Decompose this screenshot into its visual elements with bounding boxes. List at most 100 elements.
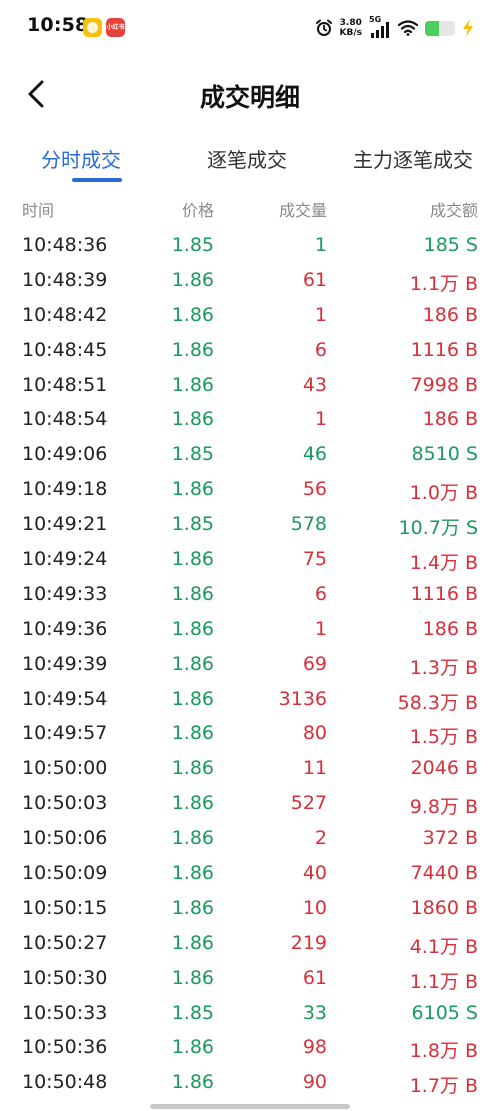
trade-volume: 1 bbox=[314, 617, 327, 640]
trade-time: 10:49:24 bbox=[22, 548, 108, 571]
active-tab-indicator bbox=[72, 178, 122, 182]
trade-volume: 56 bbox=[302, 478, 327, 501]
trade-volume: 6 bbox=[314, 582, 327, 605]
alarm-icon bbox=[315, 19, 332, 36]
table-row: 10:49:54 1.86 3136 58.3万 B bbox=[0, 684, 500, 719]
signal-icon bbox=[371, 22, 389, 38]
page-title: 成交明细 bbox=[199, 83, 300, 112]
table-row: 10:49:21 1.85 578 10.7万 S bbox=[0, 509, 500, 544]
table-row: 10:50:06 1.86 2 372 B bbox=[0, 823, 500, 858]
status-bar: 10:58 小红书 3.80 KB/s 5G bbox=[0, 0, 500, 56]
trade-price: 1.86 bbox=[171, 1036, 214, 1059]
trade-amount: 58.3万 B bbox=[397, 691, 478, 714]
trade-amount: 1.1万 B bbox=[409, 272, 478, 295]
header: 成交明细 bbox=[0, 56, 500, 132]
trade-time: 10:50:30 bbox=[22, 966, 108, 989]
trade-price: 1.86 bbox=[171, 582, 214, 605]
trade-amount: 9.8万 B bbox=[409, 796, 478, 819]
trade-amount: 1.4万 B bbox=[409, 552, 478, 575]
table-row: 10:49:18 1.86 56 1.0万 B bbox=[0, 474, 500, 509]
table-row: 10:50:27 1.86 219 4.1万 B bbox=[0, 928, 500, 963]
trade-time: 10:48:36 bbox=[22, 234, 108, 256]
tab-main-force-tick-trades[interactable]: 主力逐笔成交 bbox=[353, 144, 473, 173]
table-row: 10:50:33 1.85 33 6105 S bbox=[0, 998, 500, 1033]
table-row: 10:49:36 1.86 1 186 B bbox=[0, 614, 500, 649]
table-row: 10:49:57 1.86 80 1.5万 B bbox=[0, 718, 500, 753]
table-row: 10:50:48 1.86 90 1.7万 B bbox=[0, 1067, 500, 1102]
table-row: 10:49:24 1.86 75 1.4万 B bbox=[0, 544, 500, 579]
trade-time: 10:50:36 bbox=[22, 1036, 108, 1059]
trade-list[interactable]: 10:48:36 1.85 1 185 S 10:48:39 1.86 61 1.1万 B 10… bbox=[0, 230, 500, 1102]
notification-app-icon bbox=[83, 18, 102, 37]
trade-time: 10:49:18 bbox=[22, 478, 108, 501]
trade-time: 10:50:48 bbox=[22, 1071, 108, 1094]
trade-price: 1.86 bbox=[171, 827, 214, 850]
trade-price: 1.86 bbox=[171, 373, 214, 396]
trade-amount: 1.8万 B bbox=[409, 1040, 478, 1063]
trade-amount: 7440 B bbox=[410, 862, 478, 885]
column-header-volume: 成交量 bbox=[278, 201, 327, 220]
trade-volume: 11 bbox=[302, 757, 327, 780]
battery-icon bbox=[425, 20, 455, 36]
trade-time: 10:50:09 bbox=[22, 862, 108, 885]
table-row: 10:50:15 1.86 10 1860 B bbox=[0, 893, 500, 928]
home-indicator[interactable] bbox=[150, 1104, 350, 1109]
table-row: 10:49:33 1.86 6 1116 B bbox=[0, 579, 500, 614]
trade-volume: 578 bbox=[290, 513, 327, 536]
trade-volume: 3136 bbox=[278, 687, 327, 710]
trade-price: 1.86 bbox=[171, 722, 214, 745]
trade-amount: 1.1万 B bbox=[409, 970, 478, 993]
trade-price: 1.86 bbox=[171, 1071, 214, 1094]
trade-time: 10:50:27 bbox=[22, 931, 108, 954]
net-speed: 3.80 KB/s bbox=[340, 18, 362, 38]
trade-amount: 372 B bbox=[422, 827, 478, 850]
trade-amount: 8510 S bbox=[411, 443, 478, 466]
trade-time: 10:49:21 bbox=[22, 513, 108, 536]
trade-time: 10:48:42 bbox=[22, 303, 108, 326]
table-row: 10:50:30 1.86 61 1.1万 B bbox=[0, 963, 500, 998]
trade-price: 1.85 bbox=[171, 234, 214, 256]
trade-price: 1.86 bbox=[171, 931, 214, 954]
trade-amount: 6105 S bbox=[411, 1001, 478, 1024]
trade-amount: 1.3万 B bbox=[409, 656, 478, 679]
trade-amount: 185 S bbox=[423, 234, 478, 256]
trade-amount: 1860 B bbox=[410, 896, 478, 919]
trade-amount: 1.0万 B bbox=[409, 482, 478, 505]
trade-price: 1.86 bbox=[171, 966, 214, 989]
trade-volume: 61 bbox=[302, 966, 327, 989]
trade-volume: 46 bbox=[302, 443, 327, 466]
trade-time: 10:48:54 bbox=[22, 408, 108, 431]
trade-time: 10:48:45 bbox=[22, 338, 108, 361]
trade-amount: 186 B bbox=[422, 408, 478, 431]
tab-time-sharing-trades[interactable]: 分时成交 bbox=[41, 144, 121, 173]
trade-time: 10:50:03 bbox=[22, 792, 108, 815]
battery-level bbox=[425, 20, 439, 36]
trade-price: 1.86 bbox=[171, 757, 214, 780]
wifi-icon bbox=[398, 20, 418, 36]
trade-price: 1.86 bbox=[171, 408, 214, 431]
table-row: 10:48:36 1.85 1 185 S bbox=[0, 230, 500, 265]
trade-volume: 10 bbox=[302, 896, 327, 919]
trade-amount: 4.1万 B bbox=[409, 935, 478, 958]
trade-volume: 1 bbox=[314, 408, 327, 431]
trade-amount: 7998 B bbox=[410, 373, 478, 396]
trade-amount: 2046 B bbox=[410, 757, 478, 780]
table-row: 10:50:09 1.86 40 7440 B bbox=[0, 858, 500, 893]
trade-volume: 1 bbox=[314, 234, 327, 256]
cell-signal: 5G bbox=[369, 15, 391, 39]
trade-volume: 2 bbox=[314, 827, 327, 850]
trade-time: 10:49:54 bbox=[22, 687, 108, 710]
trade-price: 1.86 bbox=[171, 896, 214, 919]
trade-price: 1.86 bbox=[171, 268, 214, 291]
table-row: 10:48:42 1.86 1 186 B bbox=[0, 300, 500, 335]
tab-tick-trades[interactable]: 逐笔成交 bbox=[207, 144, 287, 173]
trade-price: 1.86 bbox=[171, 338, 214, 361]
net-speed-unit: KB/s bbox=[339, 28, 362, 38]
trade-price: 1.85 bbox=[171, 443, 214, 466]
trade-time: 10:48:39 bbox=[22, 268, 108, 291]
trade-amount: 186 B bbox=[422, 617, 478, 640]
table-row: 10:48:51 1.86 43 7998 B bbox=[0, 370, 500, 405]
trade-time: 10:49:39 bbox=[22, 652, 108, 675]
trade-volume: 80 bbox=[302, 722, 327, 745]
trade-volume: 61 bbox=[302, 268, 327, 291]
